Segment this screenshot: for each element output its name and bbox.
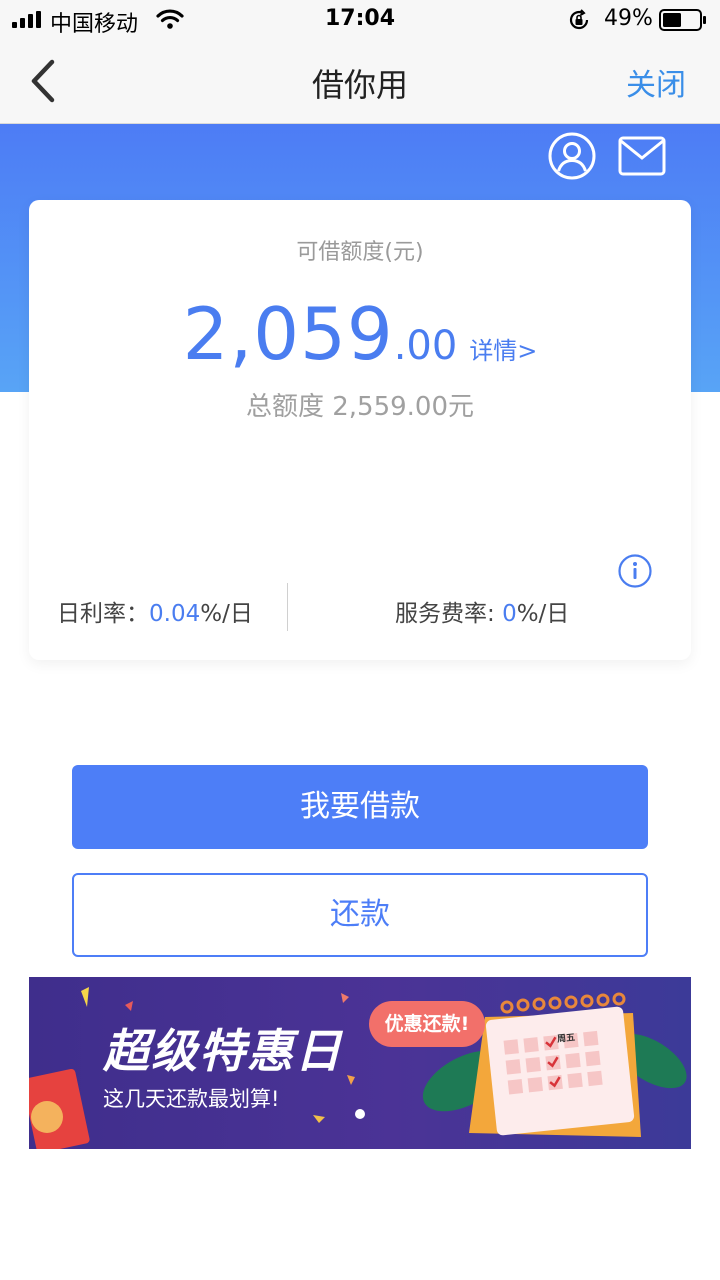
details-link[interactable]: 详情> [469, 337, 537, 365]
user-profile-icon[interactable] [548, 132, 596, 180]
banner-title: 超级特惠日 [103, 1024, 343, 1078]
repay-button[interactable]: 还款 [72, 873, 648, 957]
banner-badge: 优惠还款! [369, 1001, 485, 1047]
amount-integer: 2,059 [182, 292, 394, 376]
banner-subtitle: 这几天还款最划算! [103, 1087, 280, 1111]
credit-limit-card: 可借额度(元) 2,059.00 详情> 总额度 2,559.00元 日利率：0.… [29, 200, 691, 660]
borrow-button[interactable]: 我要借款 [72, 765, 648, 849]
page-title: 借你用 [311, 66, 408, 104]
status-bar: 中国移动 17:04 49% [0, 0, 720, 40]
close-button[interactable]: 关闭 [626, 60, 686, 104]
navigation-bar: 借你用 关闭 [0, 40, 720, 124]
calendar-weekday-label: 周五 [556, 1033, 576, 1045]
rotation-lock-icon [569, 9, 589, 30]
available-limit-label: 可借额度(元) [296, 240, 424, 265]
divider [287, 583, 288, 631]
service-fee-rate: 服务费率: 0%/日 [395, 594, 569, 628]
daily-rate-value: 0.04 [149, 601, 201, 627]
service-rate-label: 服务费率: [395, 601, 503, 627]
service-rate-value: 0 [502, 601, 517, 627]
amount-decimal: .00 [393, 323, 458, 369]
total-limit: 总额度 2,559.00元 [245, 392, 475, 422]
promo-banner[interactable]: 超级特惠日 这几天还款最划算! 优惠还款! 周五 [29, 977, 691, 1149]
service-rate-unit: %/日 [516, 601, 570, 627]
available-amount: 2,059.00 详情> [29, 292, 691, 376]
battery-icon [659, 9, 706, 31]
daily-rate-unit: %/日 [200, 601, 253, 627]
info-icon[interactable] [618, 554, 652, 588]
carousel-indicator-dot[interactable] [355, 1109, 365, 1119]
daily-rate-label: 日利率： [57, 601, 149, 627]
mail-icon[interactable] [618, 136, 666, 176]
daily-interest-rate: 日利率：0.04%/日 [57, 594, 253, 628]
battery-percent: 49% [604, 6, 653, 31]
